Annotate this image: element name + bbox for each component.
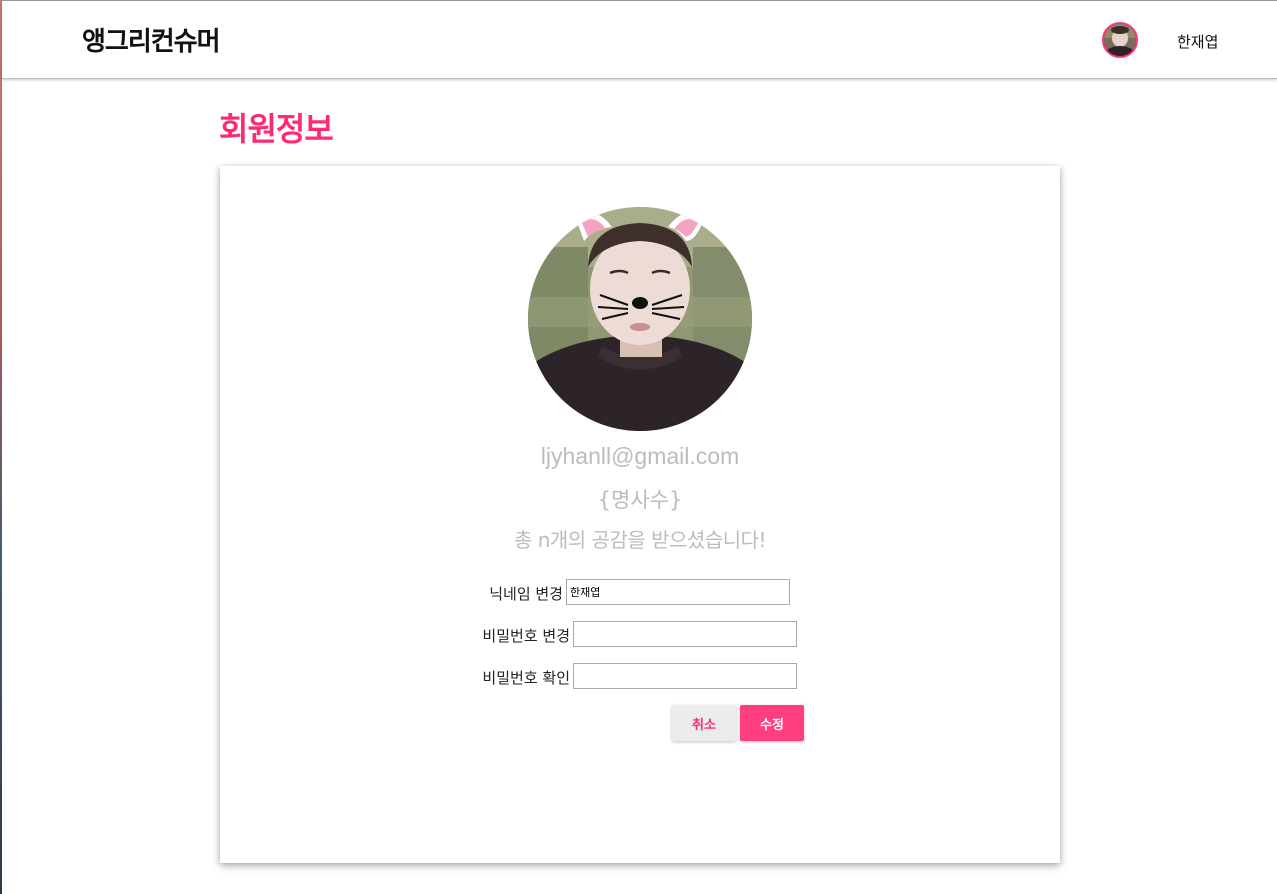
top-navbar: 앵그리컨슈머 한재엽: [2, 1, 1277, 79]
profile-card: ljyhanll@gmail.com {명사수} 총 n개의 공감을 받으셨습니…: [220, 166, 1060, 863]
profile-photo: [528, 207, 752, 431]
password-input[interactable]: [573, 621, 797, 647]
nickname-row: 닉네임 변경: [220, 579, 1060, 607]
likes-summary: 총 n개의 공감을 받으셨습니다!: [513, 528, 767, 552]
submit-button[interactable]: 수정: [740, 705, 804, 741]
user-email: ljyhanll@gmail.com: [540, 443, 740, 469]
password-label: 비밀번호 변경: [482, 627, 570, 645]
cancel-button[interactable]: 취소: [672, 705, 736, 741]
password-confirm-input[interactable]: [573, 663, 797, 689]
nickname-label: 닉네임 변경: [489, 585, 563, 603]
page-title: 회원정보: [219, 110, 334, 148]
user-avatar[interactable]: [1102, 22, 1138, 58]
password-confirm-label: 비밀번호 확인: [482, 669, 570, 687]
user-title-badge: {명사수}: [597, 488, 683, 512]
profile-photo-image: [528, 207, 752, 431]
user-avatar-image: [1104, 24, 1136, 56]
password-confirm-row: 비밀번호 확인: [220, 663, 1060, 691]
page: 앵그리컨슈머 한재엽 회원정보 ljyhanll@gmail.com {명사수}…: [0, 0, 1277, 894]
brand-logo[interactable]: 앵그리컨슈머: [82, 21, 221, 58]
window-left-edge: [0, 0, 2, 894]
password-row: 비밀번호 변경: [220, 621, 1060, 649]
user-name[interactable]: 한재엽: [1177, 31, 1218, 52]
nickname-input[interactable]: [566, 579, 790, 605]
